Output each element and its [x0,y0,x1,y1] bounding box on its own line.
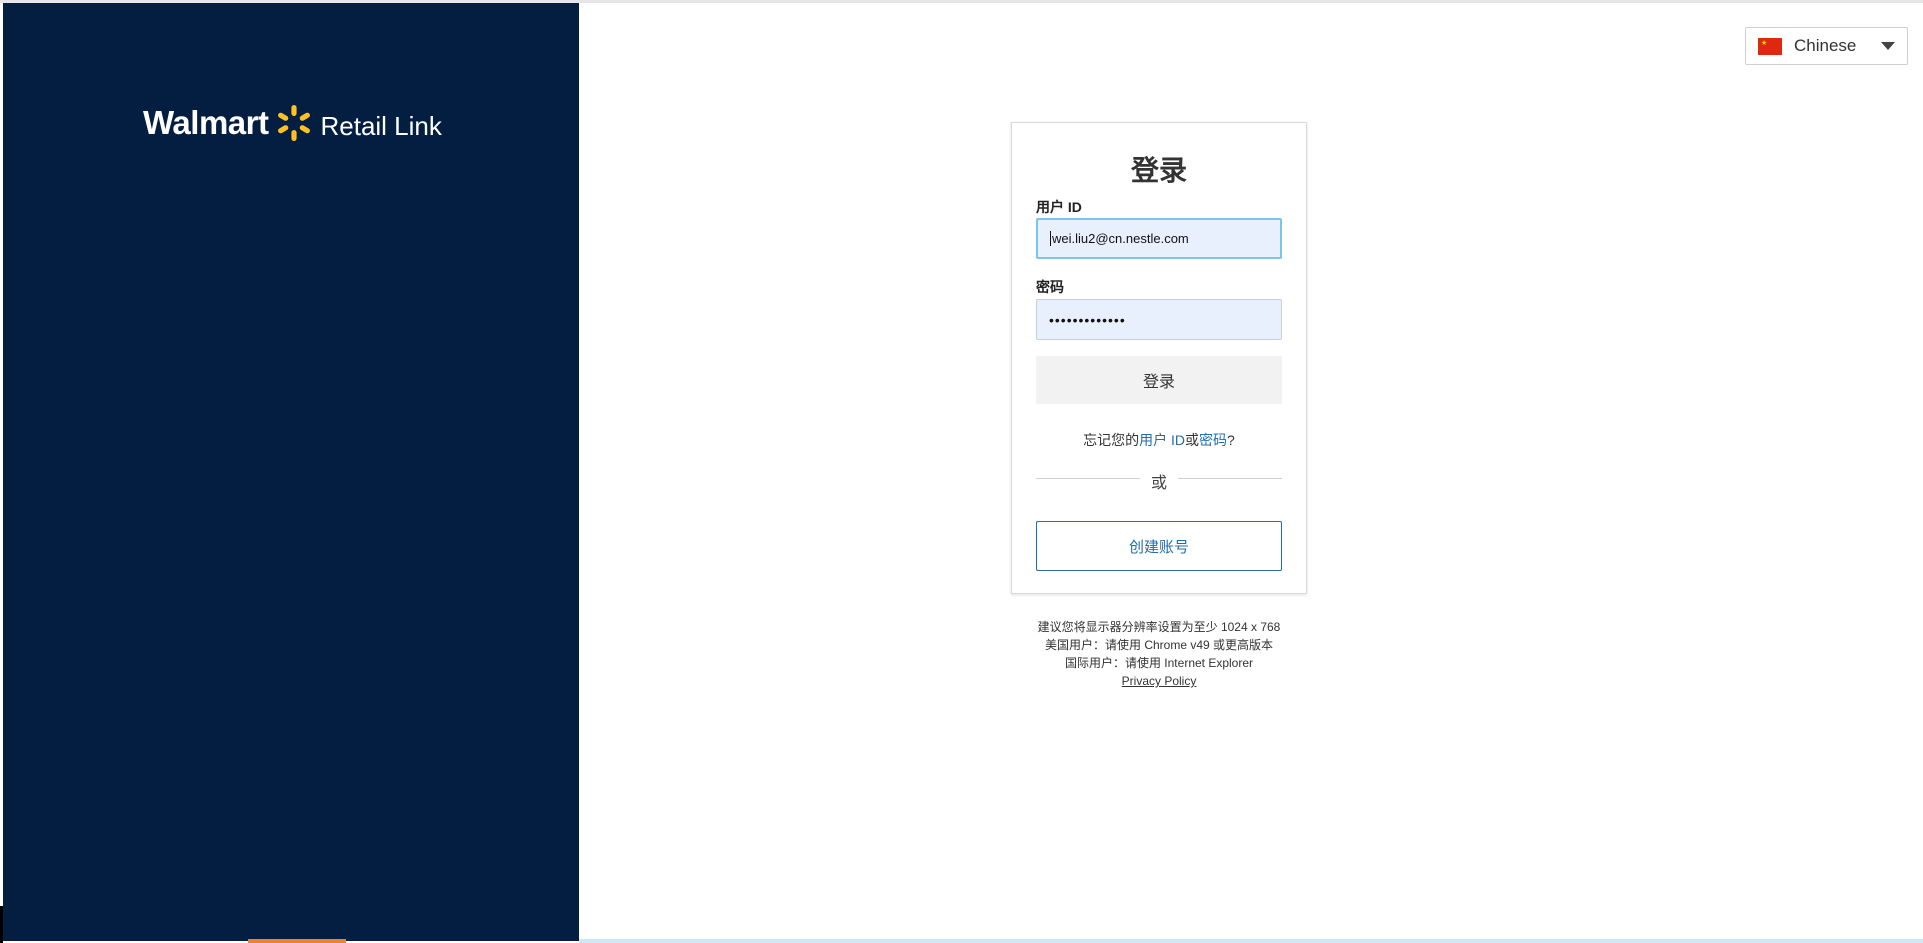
login-card: 登录 用户 ID wei.liu2@cn.nestle.com 密码 •••••… [1011,122,1307,594]
forgot-or: 或 [1185,432,1200,448]
login-title: 登录 [1130,155,1187,186]
password-input[interactable]: ••••••••••••• [1036,299,1282,340]
user-id-input[interactable]: wei.liu2@cn.nestle.com [1036,218,1282,259]
privacy-policy-link[interactable]: Privacy Policy [1122,674,1197,688]
user-id-label: 用户 ID [1036,199,1082,215]
or-divider: 或 [1036,466,1282,492]
note-resolution: 建议您将显示器分辨率设置为至少 1024 x 768 [1037,620,1281,634]
login-button[interactable]: 登录 [1036,356,1282,404]
logo-wordmark: Walmart [143,104,269,141]
browser-notes: 建议您将显示器分辨率设置为至少 1024 x 768 美国用户：请使用 Chro… [1011,618,1307,690]
user-id-value: wei.liu2@cn.nestle.com [1052,231,1189,246]
forgot-suffix: ? [1227,432,1235,448]
forgot-prefix: 忘记您的 [1083,432,1140,448]
walmart-retail-link-logo: Walmart Retail Link [143,103,442,143]
taskbar-edge-orange [248,939,346,943]
divider-line-right [1178,478,1282,479]
password-label: 密码 [1036,279,1064,295]
logo-product-name: Retail Link [320,110,442,141]
note-intl-users: 国际用户：请使用 Internet Explorer [1064,656,1254,670]
forgot-user-id-link[interactable]: 用户 ID [1139,432,1185,448]
walmart-spark-icon [278,105,311,141]
divider-text: 或 [1150,475,1167,492]
language-selected-label: Chinese [1794,36,1857,55]
text-cursor [1050,231,1051,246]
password-value: ••••••••••••• [1049,311,1126,328]
language-selector[interactable]: ★ Chinese [1745,27,1908,65]
chevron-down-icon [1881,42,1895,50]
note-us-users: 美国用户：请使用 Chrome v49 或更高版本 [1044,638,1274,652]
brand-sidebar: Walmart Retail Link [3,3,579,941]
china-flag-icon: ★ [1758,37,1782,55]
screen-edge [0,906,3,943]
forgot-password-link[interactable]: 密码 [1199,432,1227,448]
create-account-button[interactable]: 创建账号 [1036,521,1282,571]
taskbar-edge [579,939,1923,943]
forgot-credentials-text: 忘记您的用户 ID或密码? [1012,430,1306,450]
